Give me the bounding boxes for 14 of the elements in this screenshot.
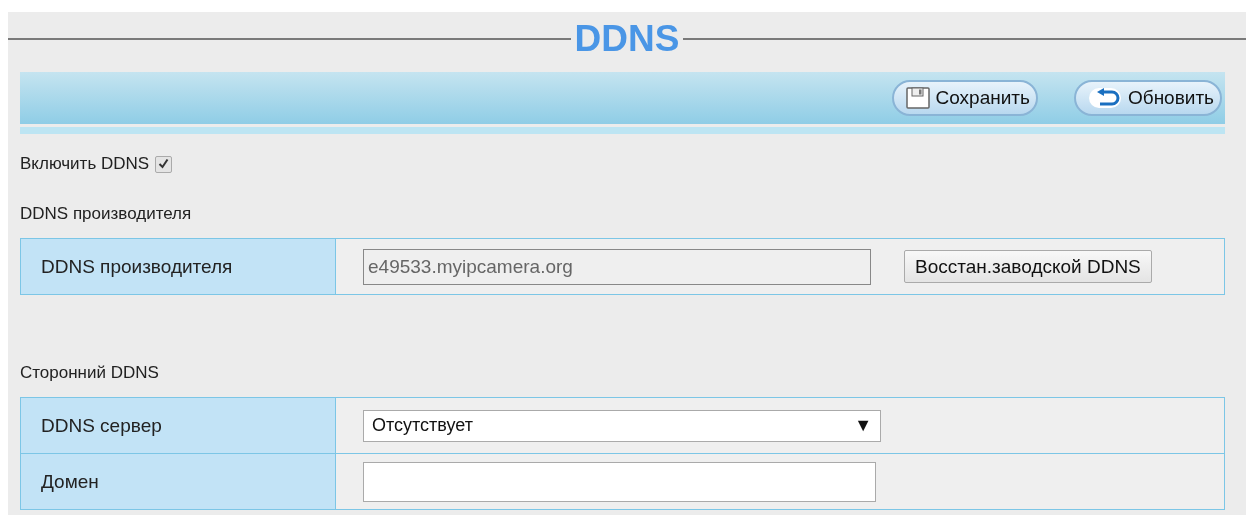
server-dropdown[interactable]: Отсутствует ▼ [363,409,881,442]
field-label: DDNS производителя [41,255,233,277]
domain-input[interactable] [363,461,876,502]
field-label: DDNS сервер [41,414,162,436]
field-label: Домен [41,470,99,492]
enable-checkbox[interactable] [155,155,173,173]
section-heading: Сторонний DDNS [20,363,160,383]
save-button[interactable]: Сохранить [891,80,1038,116]
restore-button[interactable]: Восстан.заводской DDNS [904,250,1152,283]
refresh-button[interactable]: Обновить [1073,80,1222,116]
page-title: DDNS [574,18,680,60]
section-heading: DDNS производителя [20,204,193,224]
enable-label: Включить DDNS [20,154,150,174]
domain-field[interactable]: e49533.myipcamera.org [363,248,871,285]
